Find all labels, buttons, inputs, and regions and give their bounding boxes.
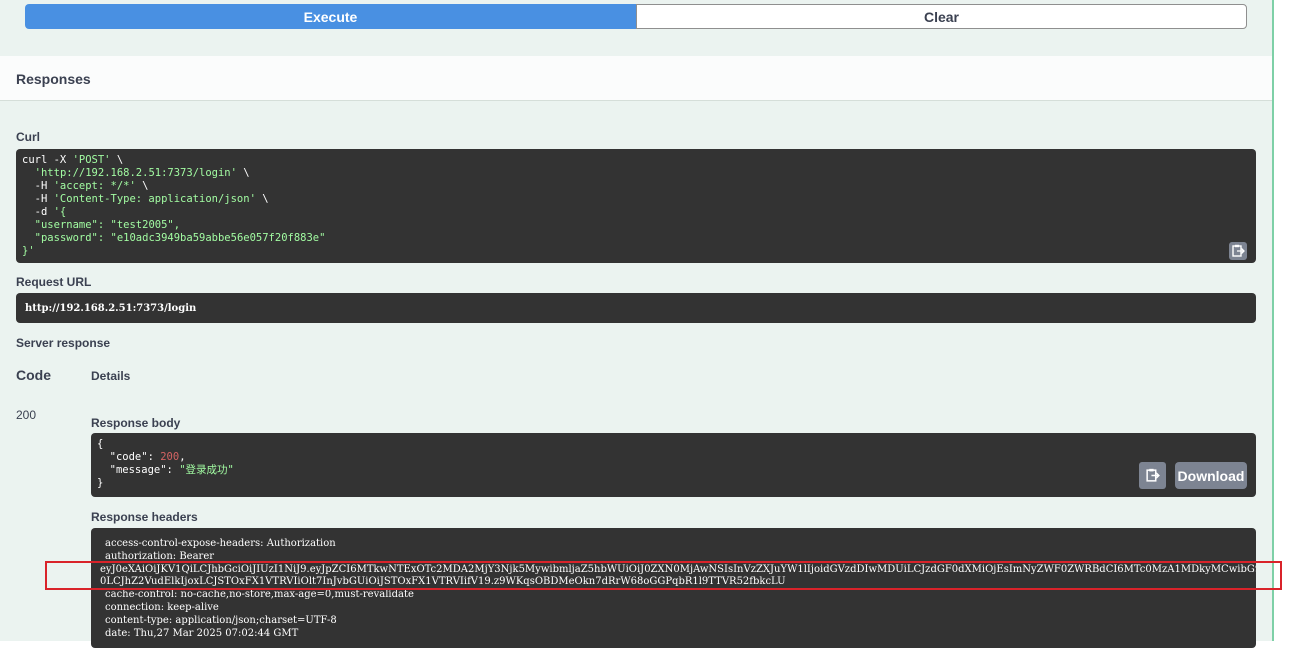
request-url-label: Request URL xyxy=(16,275,92,289)
curl-text: -d xyxy=(22,206,54,218)
curl-text: -H xyxy=(22,193,54,205)
curl-text xyxy=(22,167,35,179)
header-connection: connection: keep-alive xyxy=(105,601,219,613)
curl-line: 'http://192.168.2.51:7373/login' \ xyxy=(22,167,1250,180)
responses-title: Responses xyxy=(16,71,91,87)
curl-string: 'accept: */*' xyxy=(53,180,136,192)
body-close: } xyxy=(97,477,104,489)
response-status-code: 200 xyxy=(16,408,37,422)
curl-label: Curl xyxy=(16,130,40,144)
curl-line: }' xyxy=(22,245,1250,258)
clipboard-icon xyxy=(1146,468,1160,482)
response-headers-label: Response headers xyxy=(91,510,198,524)
execute-button[interactable]: Execute xyxy=(25,4,636,29)
curl-string: 'Content-Type: application/json' xyxy=(53,193,256,205)
body-code-key: "code": xyxy=(97,451,161,463)
body-message-value: "登录成功" xyxy=(179,464,234,476)
header-expose: access-control-expose-headers: Authoriza… xyxy=(105,538,336,549)
response-body-block[interactable]: { "code": 200, "message": "登录成功" } xyxy=(91,433,1256,497)
curl-string: 'http://192.168.2.51:7373/login' xyxy=(34,167,237,179)
curl-text: -H xyxy=(22,180,54,192)
curl-text xyxy=(22,219,35,231)
download-button[interactable]: Download xyxy=(1175,462,1247,489)
token-highlight-box xyxy=(45,561,1282,590)
curl-string: '{ xyxy=(53,206,67,218)
curl-text: \ xyxy=(255,193,269,205)
responses-header: Responses xyxy=(0,56,1272,101)
request-url-value[interactable]: http://192.168.2.51:7373/login xyxy=(16,293,1256,323)
code-column-header: Code xyxy=(16,367,51,383)
header-content-type: content-type: application/json;charset=U… xyxy=(105,614,337,626)
curl-line: -H 'accept: */*' \ xyxy=(22,180,1250,193)
curl-line: -d '{ xyxy=(22,206,1250,219)
curl-code-block[interactable]: curl -X 'POST' \ 'http://192.168.2.51:73… xyxy=(16,149,1256,263)
execute-bar: Execute Clear xyxy=(25,4,1247,29)
curl-text: \ xyxy=(135,180,149,192)
curl-text: \ xyxy=(236,167,250,179)
response-body-label: Response body xyxy=(91,416,181,430)
body-code-comma: , xyxy=(179,451,186,463)
clear-button[interactable]: Clear xyxy=(636,4,1247,29)
curl-text: \ xyxy=(110,154,124,166)
curl-text xyxy=(22,232,35,244)
operation-panel: Execute Clear Responses Curl curl -X 'PO… xyxy=(0,0,1274,648)
curl-string: 'POST' xyxy=(72,154,111,166)
details-column-header: Details xyxy=(91,369,131,383)
server-response-label: Server response xyxy=(16,336,111,350)
curl-string: "username": "test2005", xyxy=(34,219,181,231)
body-open: { xyxy=(97,438,104,450)
body-code-value: 200 xyxy=(160,451,180,463)
curl-line: "username": "test2005", xyxy=(22,219,1250,232)
copy-body-button[interactable] xyxy=(1139,462,1166,489)
header-cache-control: cache-control: no-cache,no-store,max-age… xyxy=(105,589,414,601)
clipboard-icon xyxy=(1232,244,1245,257)
curl-text: curl -X xyxy=(22,154,73,166)
body-message-key: "message": xyxy=(97,464,180,476)
curl-string: "password": "e10adc3949ba59abbe56e057f20… xyxy=(34,232,326,244)
curl-line: curl -X 'POST' \ xyxy=(22,154,1250,167)
header-date: date: Thu,27 Mar 2025 07:02:44 GMT xyxy=(105,627,299,639)
copy-curl-button[interactable] xyxy=(1229,242,1247,260)
curl-line: -H 'Content-Type: application/json' \ xyxy=(22,193,1250,206)
curl-line: "password": "e10adc3949ba59abbe56e057f20… xyxy=(22,232,1250,245)
curl-string: }' xyxy=(22,245,35,257)
